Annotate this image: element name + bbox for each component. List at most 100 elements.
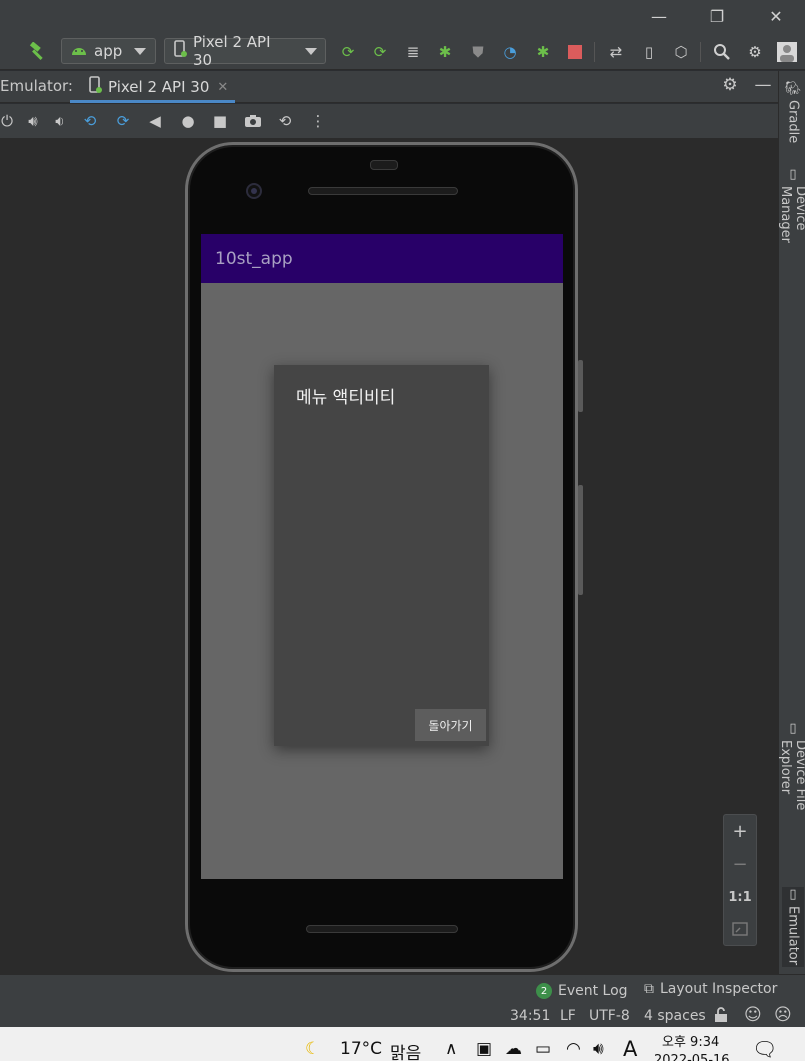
minimize-icon[interactable]: — [630, 0, 688, 32]
weather-moon-icon: ☾ [305, 1039, 321, 1059]
battery-icon[interactable]: ▭ [535, 1039, 551, 1059]
chevron-down-icon [134, 47, 147, 55]
emulator-controls: ⏻ 🔊︎ 🔉︎ ⟲ ⟳ ◀ ● ■ ⟲ ⋮ [0, 104, 778, 138]
speaker-icon[interactable]: 🔊︎ [593, 1039, 604, 1059]
indent-setting[interactable]: 4 spaces [644, 1008, 706, 1024]
side-panel-device-manager[interactable]: ▯ Device Manager [778, 167, 805, 289]
snapshot-icon[interactable]: ⟲ [274, 111, 296, 131]
sdk-manager-icon[interactable]: ⬡ [670, 41, 692, 63]
gear-icon[interactable]: ⚙ [744, 41, 766, 63]
zoom-controls: + − 1:1 [723, 814, 757, 946]
line-separator[interactable]: LF [560, 1008, 576, 1024]
event-log-button[interactable]: 2 Event Log [536, 983, 628, 999]
side-panel-gradle[interactable]: 🐘︎ Gradle [782, 79, 804, 149]
back-button[interactable]: 돌아가기 [415, 709, 486, 741]
menu-activity-dialog: 메뉴 액티비티 돌아가기 [274, 365, 489, 746]
emulator-label: Emulator: [0, 77, 73, 95]
stop-icon[interactable] [564, 41, 586, 63]
ide-statusbar: 2 Event Log ⧉ Layout Inspector 34:51 LF … [0, 974, 805, 1027]
overview-icon[interactable]: ■ [209, 111, 231, 131]
volume-down-icon[interactable]: 🔉︎ [49, 111, 71, 131]
side-panel-emulator[interactable]: ▯ Emulator [782, 887, 804, 967]
attach-process-icon[interactable]: ✱ [532, 41, 554, 63]
run-config-label: app [94, 42, 123, 60]
account-avatar-icon[interactable] [776, 41, 798, 63]
device-screen: 10st_app 메뉴 액티비티 돌아가기 [201, 234, 563, 879]
profiler-icon[interactable]: ◔ [499, 41, 521, 63]
front-sensor [370, 160, 398, 170]
device-file-icon: ▯ [785, 721, 801, 736]
restore-icon[interactable]: ❐ [688, 0, 746, 32]
tab-label: Pixel 2 API 30 [108, 78, 210, 96]
tab-pixel-2-api-30[interactable]: Pixel 2 API 30 ✕ [70, 71, 235, 103]
gradle-label: Gradle [785, 99, 801, 143]
file-encoding[interactable]: UTF-8 [589, 1008, 630, 1024]
apply-code-changes-icon[interactable]: ⟳ [369, 41, 391, 63]
camera-icon[interactable] [242, 111, 264, 131]
clock-date[interactable]: 2022-05-16 [654, 1053, 730, 1061]
emulator-label: Emulator [785, 906, 801, 966]
dialog-title: 메뉴 액티비티 [296, 388, 396, 408]
android-icon [70, 42, 88, 60]
layout-inspector-icon: ⧉ [644, 981, 654, 997]
gear-icon[interactable]: ⚙ [719, 75, 741, 95]
phone-icon [173, 40, 187, 62]
right-tool-strip: 🐘︎ Gradle ▯ Device Manager ▯ Device File… [778, 71, 805, 974]
device-manager-label: Device Manager [778, 186, 805, 243]
device-file-explorer-label: Device File Explorer [778, 740, 805, 811]
windows-taskbar: ☾ 17°C 맑음 ∧ ▣ ☁ ▭ ◠ 🔊︎ A 오후 9:34 2022-05… [0, 1027, 805, 1061]
close-tab-icon[interactable]: ✕ [217, 80, 228, 95]
meet-icon[interactable]: ▣ [476, 1039, 492, 1059]
wifi-icon[interactable]: ◠ [566, 1039, 581, 1059]
phone-volume-button [578, 485, 583, 595]
side-panel-device-file-explorer[interactable]: ▯ Device File Explorer [778, 721, 805, 861]
sync-gradle-icon[interactable]: ⇄ [605, 41, 627, 63]
debug-bug-icon[interactable]: ✱ [434, 41, 456, 63]
ime-indicator[interactable]: A [623, 1037, 637, 1061]
layout-inspector-label: Layout Inspector [660, 981, 778, 997]
phone-icon [88, 76, 102, 98]
back-icon[interactable]: ◀ [144, 111, 166, 131]
cursor-position[interactable]: 34:51 [510, 1008, 550, 1024]
emulator-phone-icon: ▯ [785, 887, 801, 902]
rotate-left-icon[interactable]: ⟲ [79, 111, 101, 131]
search-icon[interactable] [711, 41, 733, 63]
chevron-down-icon [305, 47, 317, 55]
rotate-right-icon[interactable]: ⟳ [112, 111, 134, 131]
event-log-label: Event Log [558, 983, 628, 999]
power-icon[interactable]: ⏻ [0, 111, 18, 131]
device-label: Pixel 2 API 30 [193, 33, 271, 69]
front-camera-icon [246, 183, 262, 199]
temperature[interactable]: 17°C [340, 1039, 382, 1059]
onedrive-cloud-icon[interactable]: ☁ [505, 1039, 522, 1059]
device-manager-icon[interactable]: ▯ [638, 41, 660, 63]
device-manager-icon: ▯ [785, 167, 801, 182]
layout-inspector-button[interactable]: ⧉ Layout Inspector [644, 981, 777, 997]
logcat-icon[interactable]: ≣ [402, 41, 424, 63]
fit-screen-icon[interactable] [724, 915, 756, 943]
frown-feedback-icon[interactable]: ☹ [774, 1005, 792, 1025]
weather-text[interactable]: 맑음 [390, 1039, 421, 1061]
actual-size-button[interactable]: 1:1 [724, 883, 756, 911]
apply-changes-restart-icon[interactable]: ⟳ [337, 41, 359, 63]
zoom-out-button[interactable]: − [724, 850, 756, 878]
home-icon[interactable]: ● [177, 111, 199, 131]
run-config-dropdown[interactable]: app [61, 38, 156, 64]
app-title: 10st_app [215, 248, 293, 269]
clock-time[interactable]: 오후 9:34 [662, 1031, 719, 1050]
build-hammer-icon[interactable] [26, 41, 48, 63]
emulator-tabbar: Emulator: Pixel 2 API 30 ✕ ⚙ — [0, 71, 778, 103]
tray-expand-icon[interactable]: ∧ [445, 1039, 457, 1059]
close-window-icon[interactable]: ✕ [747, 0, 805, 32]
zoom-in-button[interactable]: + [724, 817, 756, 845]
bottom-speaker [306, 925, 458, 933]
smile-feedback-icon[interactable]: ☺ [744, 1005, 762, 1025]
lock-icon[interactable] [714, 1007, 728, 1023]
notifications-icon[interactable]: 🗨︎ [752, 1037, 777, 1061]
hide-panel-icon[interactable]: — [752, 75, 774, 95]
event-log-count: 2 [536, 983, 552, 999]
device-dropdown[interactable]: Pixel 2 API 30 [164, 33, 326, 69]
volume-up-icon[interactable]: 🔊︎ [22, 111, 44, 131]
attach-debugger-icon[interactable]: ⛊ [467, 41, 489, 63]
more-options-icon[interactable]: ⋮ [307, 111, 329, 131]
